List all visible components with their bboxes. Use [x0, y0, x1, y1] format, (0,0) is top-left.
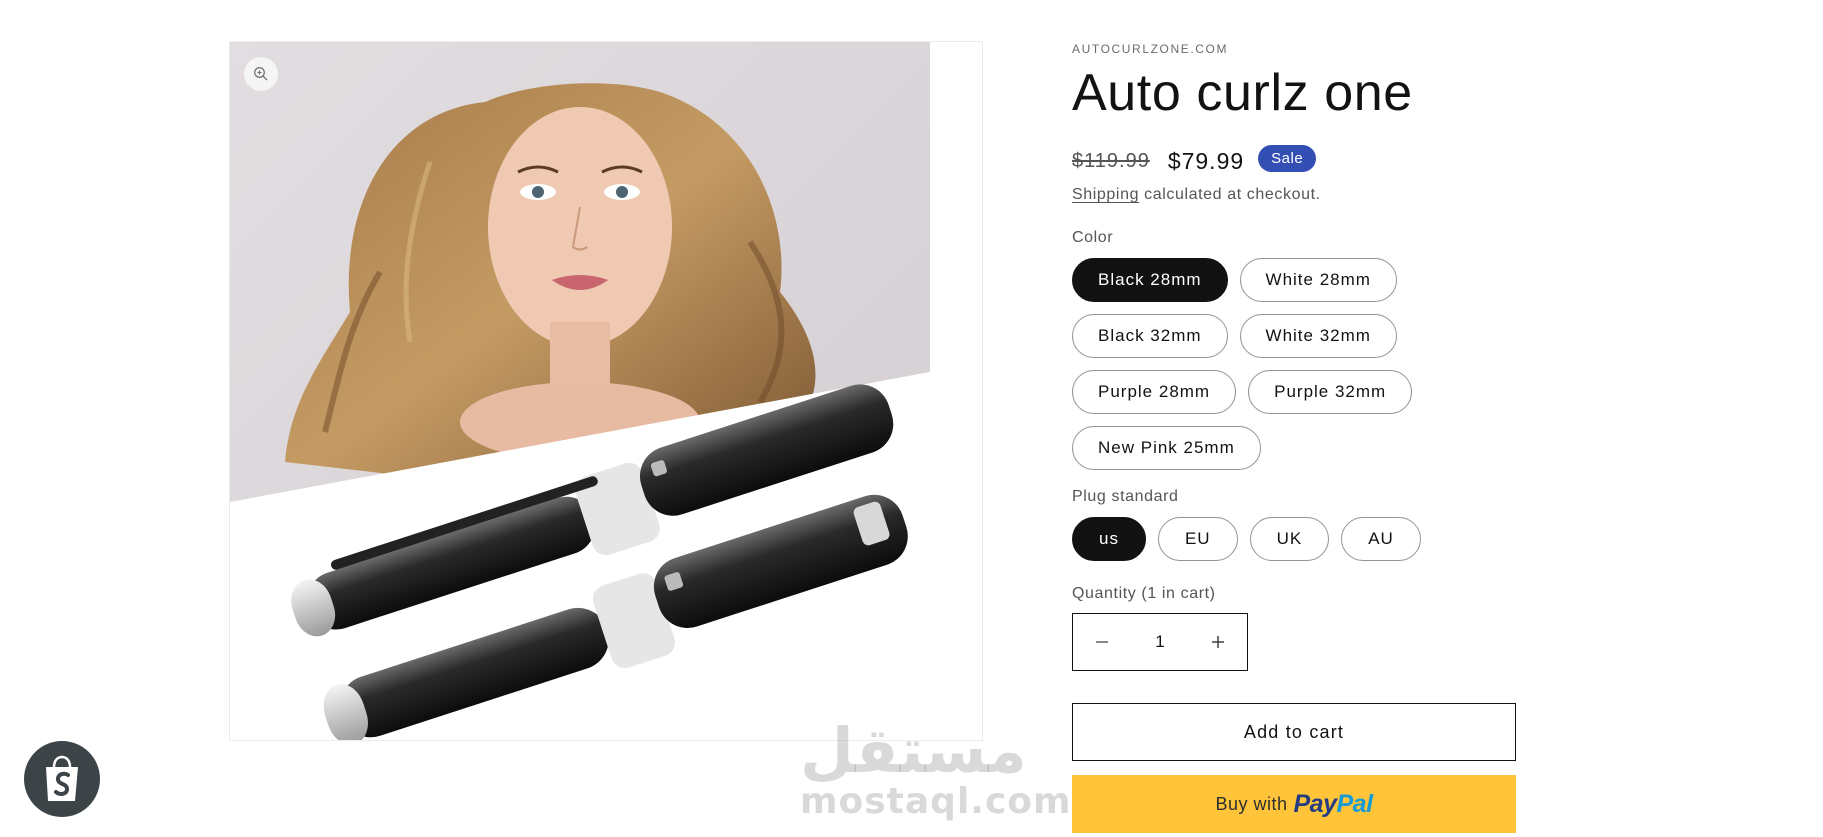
paypal-logo-pay: Pay	[1293, 789, 1337, 818]
color-option-white-32mm[interactable]: White 32mm	[1239, 314, 1397, 358]
product-info: AUTOCURLZONE.COM Auto curlz one $119.99 …	[1072, 38, 1516, 833]
color-option-new-pink-25mm[interactable]: New Pink 25mm	[1072, 426, 1261, 470]
quantity-stepper: 1	[1072, 613, 1248, 671]
product-vendor: AUTOCURLZONE.COM	[1072, 42, 1229, 56]
tax-note-text: calculated at checkout.	[1139, 186, 1321, 203]
color-options: Black 28mm White 28mm Black 32mm White 3…	[1072, 258, 1492, 482]
quantity-decrease-button[interactable]	[1073, 614, 1131, 670]
color-option-black-28mm[interactable]: Black 28mm	[1072, 258, 1228, 302]
color-option-label: Color	[1072, 229, 1114, 246]
plug-option-label: Plug standard	[1072, 488, 1179, 505]
plug-options: us EU UK AU	[1072, 517, 1492, 573]
quantity-label: Quantity (1 in cart)	[1072, 585, 1216, 602]
watermark: مستقل mostaql.com	[800, 714, 1072, 822]
sale-price: $79.99	[1167, 147, 1245, 174]
zoom-in-icon	[254, 67, 268, 81]
product-media-gallery	[229, 41, 983, 741]
shopify-badge[interactable]	[24, 741, 100, 817]
quantity-input[interactable]: 1	[1155, 632, 1164, 652]
add-to-cart-button[interactable]: Add to cart	[1072, 703, 1516, 761]
quantity-increase-button[interactable]	[1189, 614, 1247, 670]
watermark-arabic: مستقل	[800, 714, 1027, 787]
watermark-latin: mostaql.com	[800, 781, 1072, 822]
price: $119.99 $79.99 Sale	[1072, 144, 1516, 178]
plus-icon	[1212, 636, 1224, 648]
minus-icon	[1096, 641, 1108, 643]
plug-option-eu[interactable]: EU	[1157, 517, 1238, 561]
compare-at-price: $119.99	[1072, 149, 1150, 172]
zoom-button[interactable]	[244, 57, 278, 91]
color-option-white-28mm[interactable]: White 28mm	[1239, 258, 1397, 302]
plug-option-uk[interactable]: UK	[1249, 517, 1330, 561]
color-option-purple-32mm[interactable]: Purple 32mm	[1248, 370, 1413, 414]
tax-note: Shipping calculated at checkout.	[1072, 186, 1516, 204]
paypal-button[interactable]: Buy with PayPal	[1072, 775, 1516, 833]
plug-option-au[interactable]: AU	[1341, 517, 1421, 561]
plug-option-us[interactable]: us	[1072, 517, 1146, 561]
paypal-logo: PayPal	[1293, 789, 1374, 819]
color-option-purple-28mm[interactable]: Purple 28mm	[1072, 370, 1237, 414]
shopify-bag-icon	[46, 755, 78, 801]
sale-badge: Sale	[1258, 144, 1317, 172]
shipping-link[interactable]: Shipping	[1072, 186, 1139, 203]
product-title: Auto curlz one	[1072, 64, 1413, 122]
buy-with-label: Buy with	[1215, 793, 1288, 814]
paypal-logo-pal: Pal	[1336, 789, 1373, 818]
color-option-black-32mm[interactable]: Black 32mm	[1072, 314, 1228, 358]
product-image[interactable]	[230, 42, 930, 741]
